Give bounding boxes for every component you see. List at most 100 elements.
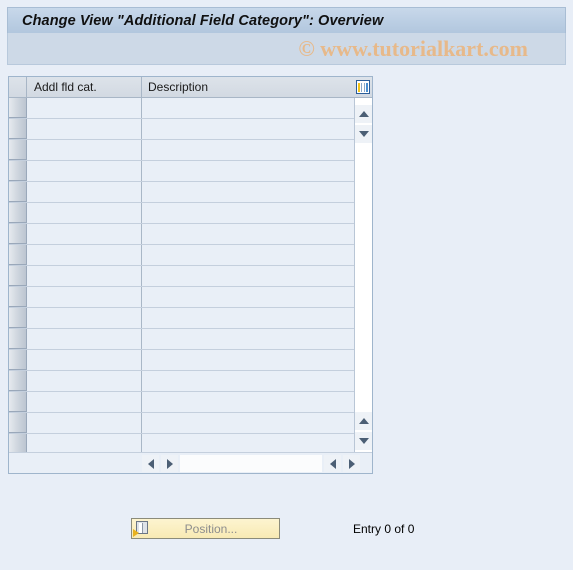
position-goto-icon — [133, 520, 149, 537]
table-header-row: Addl fld cat. Description — [9, 77, 372, 98]
horizontal-scrollbar[interactable] — [9, 452, 372, 473]
table-settings-icon — [356, 80, 370, 94]
table-row[interactable] — [9, 287, 354, 308]
cell-description[interactable] — [142, 371, 354, 391]
scroll-left-button[interactable] — [142, 455, 159, 472]
row-selector-cell[interactable] — [9, 350, 27, 370]
table-row[interactable] — [9, 119, 354, 140]
scroll-last-column-button[interactable] — [343, 455, 360, 472]
table-row[interactable] — [9, 266, 354, 287]
cell-addl-fld-cat[interactable] — [27, 224, 142, 244]
table-row[interactable] — [9, 308, 354, 329]
cell-addl-fld-cat[interactable] — [27, 329, 142, 349]
table-settings-button[interactable] — [354, 77, 372, 98]
row-selector-cell[interactable] — [9, 98, 27, 118]
scroll-down-button[interactable] — [355, 125, 372, 143]
row-selector-cell[interactable] — [9, 308, 27, 328]
triangle-left-icon — [329, 458, 336, 469]
vertical-scrollbar[interactable] — [354, 98, 372, 454]
row-selector-cell[interactable] — [9, 119, 27, 139]
cell-addl-fld-cat[interactable] — [27, 413, 142, 433]
cell-addl-fld-cat[interactable] — [27, 140, 142, 160]
row-selector-cell[interactable] — [9, 161, 27, 181]
cell-addl-fld-cat[interactable] — [27, 266, 142, 286]
row-selector-cell[interactable] — [9, 266, 27, 286]
page-title: Change View "Additional Field Category":… — [22, 12, 384, 29]
cell-description[interactable] — [142, 140, 354, 160]
row-selector-cell[interactable] — [9, 182, 27, 202]
cell-description[interactable] — [142, 245, 354, 265]
table-row[interactable] — [9, 245, 354, 266]
scroll-right-button[interactable] — [161, 455, 178, 472]
row-selector-cell[interactable] — [9, 392, 27, 412]
cell-description[interactable] — [142, 161, 354, 181]
cell-description[interactable] — [142, 287, 354, 307]
cell-addl-fld-cat[interactable] — [27, 350, 142, 370]
scroll-first-column-button[interactable] — [324, 455, 341, 472]
cell-addl-fld-cat[interactable] — [27, 98, 142, 118]
table-row[interactable] — [9, 329, 354, 350]
row-selector-cell[interactable] — [9, 203, 27, 223]
horizontal-scroll-trough[interactable] — [180, 455, 322, 472]
triangle-left-icon — [147, 458, 154, 469]
watermark-text: © www.tutorialkart.com — [298, 35, 528, 61]
cell-addl-fld-cat[interactable] — [27, 161, 142, 181]
row-selector-cell[interactable] — [9, 140, 27, 160]
table-row[interactable] — [9, 98, 354, 119]
table-row[interactable] — [9, 350, 354, 371]
triangle-down-icon — [358, 131, 369, 137]
cell-description[interactable] — [142, 98, 354, 118]
cell-description[interactable] — [142, 119, 354, 139]
cell-description[interactable] — [142, 308, 354, 328]
position-button[interactable]: Position... — [131, 518, 280, 539]
cell-addl-fld-cat[interactable] — [27, 119, 142, 139]
column-header-addl-fld-cat[interactable]: Addl fld cat. — [27, 77, 142, 98]
triangle-up-icon — [358, 418, 369, 424]
position-button-label: Position... — [184, 521, 238, 536]
scroll-page-up-button[interactable] — [355, 412, 372, 430]
row-selector-cell[interactable] — [9, 287, 27, 307]
cell-description[interactable] — [142, 434, 354, 454]
table-row[interactable] — [9, 224, 354, 245]
table-row[interactable] — [9, 371, 354, 392]
table-body — [9, 98, 354, 454]
cell-description[interactable] — [142, 182, 354, 202]
scroll-page-down-button[interactable] — [355, 432, 372, 450]
cell-addl-fld-cat[interactable] — [27, 245, 142, 265]
cell-description[interactable] — [142, 413, 354, 433]
table-row[interactable] — [9, 182, 354, 203]
table-row[interactable] — [9, 434, 354, 454]
triangle-right-icon — [166, 458, 173, 469]
cell-description[interactable] — [142, 329, 354, 349]
window-title-bar: Change View "Additional Field Category":… — [7, 7, 566, 33]
cell-addl-fld-cat[interactable] — [27, 287, 142, 307]
table-row[interactable] — [9, 161, 354, 182]
triangle-down-icon — [358, 438, 369, 444]
table-row[interactable] — [9, 203, 354, 224]
row-selector-cell[interactable] — [9, 371, 27, 391]
triangle-up-icon — [358, 111, 369, 117]
cell-description[interactable] — [142, 224, 354, 244]
table-row[interactable] — [9, 413, 354, 434]
row-selector-cell[interactable] — [9, 413, 27, 433]
cell-description[interactable] — [142, 392, 354, 412]
row-selector-cell[interactable] — [9, 434, 27, 454]
entry-status-text: Entry 0 of 0 — [353, 522, 415, 536]
row-selector-cell[interactable] — [9, 245, 27, 265]
cell-description[interactable] — [142, 266, 354, 286]
row-selector-cell[interactable] — [9, 329, 27, 349]
cell-addl-fld-cat[interactable] — [27, 434, 142, 454]
select-all-header-cell[interactable] — [9, 77, 27, 98]
cell-addl-fld-cat[interactable] — [27, 203, 142, 223]
table-row[interactable] — [9, 392, 354, 413]
scroll-up-button[interactable] — [355, 105, 372, 123]
table-row[interactable] — [9, 140, 354, 161]
cell-addl-fld-cat[interactable] — [27, 182, 142, 202]
cell-addl-fld-cat[interactable] — [27, 392, 142, 412]
cell-addl-fld-cat[interactable] — [27, 371, 142, 391]
cell-addl-fld-cat[interactable] — [27, 308, 142, 328]
row-selector-cell[interactable] — [9, 224, 27, 244]
column-header-description[interactable]: Description — [142, 77, 354, 98]
cell-description[interactable] — [142, 350, 354, 370]
cell-description[interactable] — [142, 203, 354, 223]
